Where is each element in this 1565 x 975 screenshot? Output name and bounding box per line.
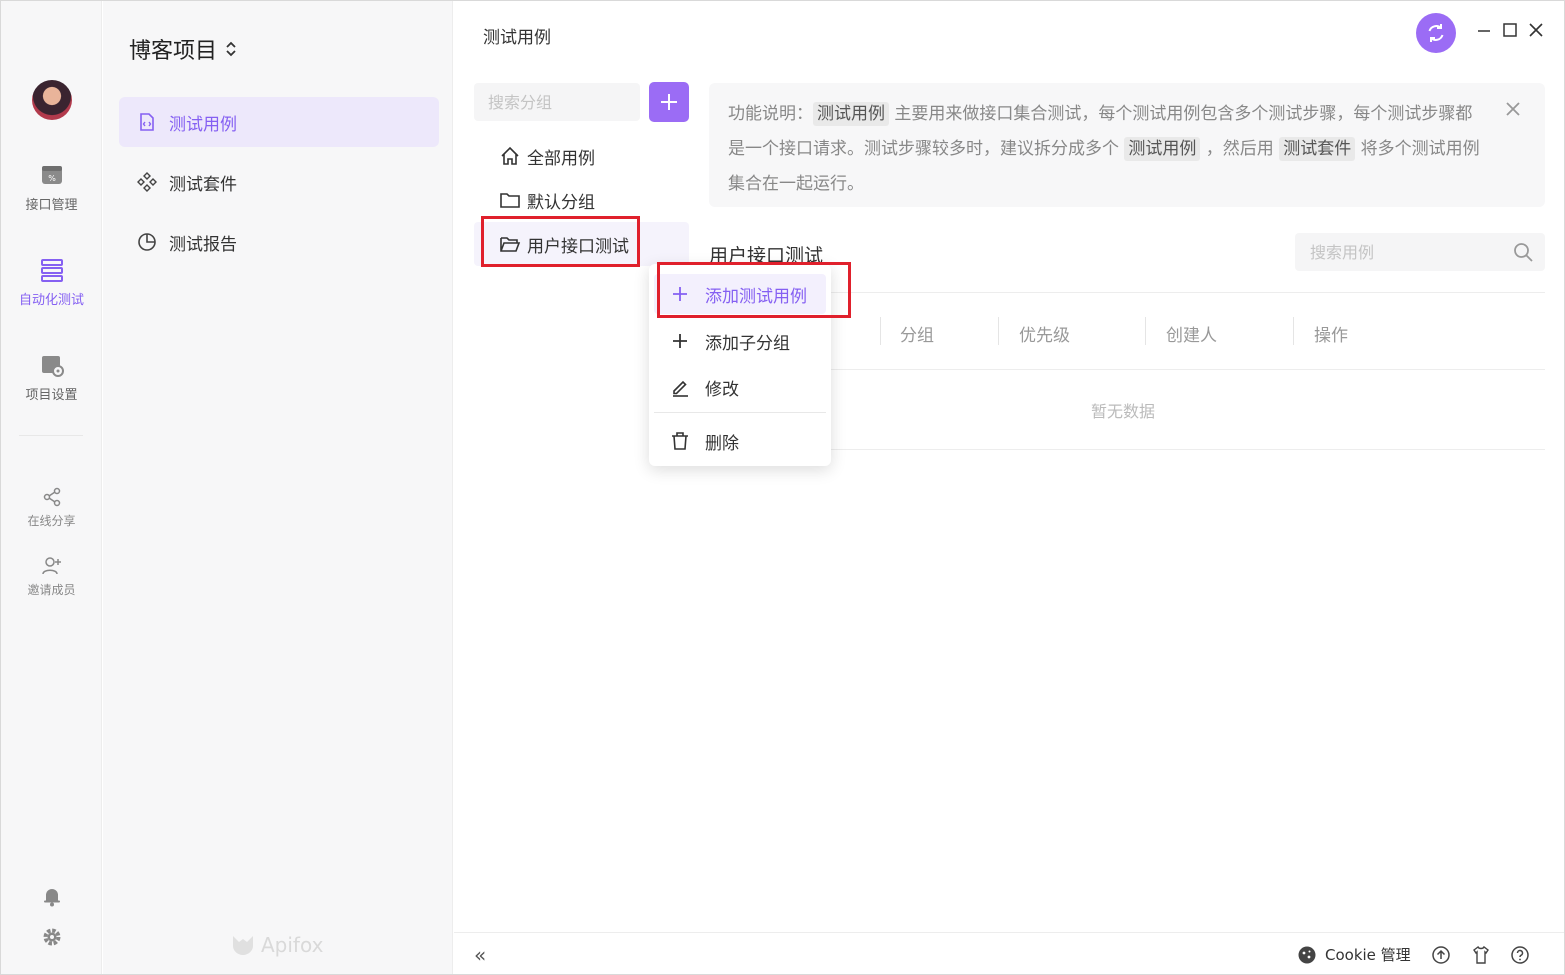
sidebar-item-label: 测试套件 xyxy=(169,174,237,195)
share-icon xyxy=(43,487,60,507)
rail-item-invite[interactable]: 邀请成员 xyxy=(1,555,102,598)
sidebar-item-test-cases[interactable]: 测试用例 xyxy=(119,97,439,147)
brand-logo: Apifox xyxy=(231,933,323,957)
divider xyxy=(709,449,1545,450)
column-separator xyxy=(998,317,999,345)
menu-item-label: 添加子分组 xyxy=(705,333,790,354)
trash-icon xyxy=(672,432,688,450)
rail-divider xyxy=(19,435,83,436)
brand-name: Apifox xyxy=(261,933,324,957)
column-header-priority[interactable]: 优先级 xyxy=(1019,321,1070,346)
sidebar-item-label: 测试报告 xyxy=(169,234,237,255)
api-icon: % xyxy=(41,166,62,184)
rail-item-label: 邀请成员 xyxy=(27,583,76,597)
svg-text:%: % xyxy=(48,174,56,183)
notice-tag-test-suite: 测试套件 xyxy=(1279,137,1356,161)
automation-icon xyxy=(40,259,63,282)
cookie-label: Cookie 管理 xyxy=(1325,946,1411,964)
page-title: 测试用例 xyxy=(483,28,551,48)
rail-item-automation[interactable]: 自动化测试 xyxy=(1,257,102,308)
column-header-actions: 操作 xyxy=(1314,326,1348,346)
notice-prefix: 功能说明： xyxy=(728,104,813,124)
menu-separator xyxy=(654,412,826,413)
notice-tag-test-case: 测试用例 xyxy=(813,102,889,126)
notice-text: ，然后用 xyxy=(1200,139,1280,159)
column-separator xyxy=(1145,317,1146,345)
menu-item-label: 修改 xyxy=(705,379,739,400)
maximize-icon[interactable] xyxy=(1501,21,1519,39)
sidebar-item-label: 测试用例 xyxy=(169,114,237,135)
sync-icon xyxy=(1428,24,1444,42)
app-window: % 接口管理 自动化测试 项目设置 在线分享 邀请成员 博客项目 测试用例 测试… xyxy=(0,0,1565,975)
menu-item-add-subgroup[interactable]: 添加子分组 xyxy=(654,321,826,361)
secondary-sidebar: 博客项目 测试用例 测试套件 测试报告 Apifox xyxy=(103,1,453,974)
rail-item-label: 接口管理 xyxy=(25,198,78,213)
empty-state: 暂无数据 xyxy=(1091,402,1156,421)
divider xyxy=(709,369,1545,370)
cookie-manager-button[interactable]: Cookie 管理 xyxy=(1297,944,1411,965)
rail-item-label: 自动化测试 xyxy=(18,293,84,308)
highlight-box-menu-item xyxy=(657,262,851,318)
avatar[interactable] xyxy=(32,80,72,120)
icon-rail: % 接口管理 自动化测试 项目设置 在线分享 邀请成员 xyxy=(1,1,102,974)
home-icon xyxy=(501,146,519,165)
folder-icon xyxy=(500,193,520,208)
sidebar-item-test-suites[interactable]: 测试套件 xyxy=(119,157,439,207)
menu-item-delete[interactable]: 删除 xyxy=(654,421,826,461)
tree-item-all-cases[interactable]: 全部用例 xyxy=(474,134,689,178)
rail-item-label: 项目设置 xyxy=(25,388,78,403)
main-panel: 测试用例 全部用例 默认分组 用户接口测试 功能说明：测试用例 主要用来做接口集… xyxy=(454,1,1564,974)
shirt-theme-icon[interactable] xyxy=(1471,945,1491,965)
rail-item-share[interactable]: 在线分享 xyxy=(1,486,102,529)
minimize-icon[interactable] xyxy=(1475,21,1493,39)
menu-item-edit[interactable]: 修改 xyxy=(654,367,826,407)
pie-chart-icon xyxy=(138,233,156,251)
case-search-input[interactable] xyxy=(1295,233,1545,271)
collapse-sidebar-button[interactable]: « xyxy=(474,943,486,967)
plus-icon xyxy=(673,334,687,348)
settings-folder-icon xyxy=(41,356,64,377)
document-code-icon xyxy=(140,113,154,131)
rail-item-label: 在线分享 xyxy=(27,514,76,528)
plus-icon xyxy=(661,94,677,110)
group-search-input[interactable] xyxy=(474,83,640,121)
project-switcher[interactable]: 博客项目 xyxy=(129,33,237,65)
rail-item-api[interactable]: % 接口管理 xyxy=(1,162,102,213)
edit-icon xyxy=(673,380,688,397)
column-header-group[interactable]: 分组 xyxy=(900,321,934,346)
cookie-icon xyxy=(1298,946,1316,963)
rail-item-project-settings[interactable]: 项目设置 xyxy=(1,352,102,403)
notice-tag-test-case: 测试用例 xyxy=(1124,137,1201,161)
notification-bell-icon[interactable] xyxy=(41,885,63,907)
search-icon[interactable] xyxy=(1512,241,1534,263)
highlight-box-folder xyxy=(481,216,640,267)
project-title: 博客项目 xyxy=(129,39,218,64)
tree-item-label: 全部用例 xyxy=(527,148,595,169)
sidebar-item-test-reports[interactable]: 测试报告 xyxy=(119,217,439,267)
help-icon[interactable] xyxy=(1510,945,1530,965)
chevron-up-down-icon xyxy=(226,41,236,57)
apifox-logo-icon xyxy=(233,936,253,955)
invite-user-icon xyxy=(41,557,61,575)
tree-item-label: 默认分组 xyxy=(527,192,595,213)
menu-item-label: 删除 xyxy=(705,433,739,454)
column-separator xyxy=(1293,317,1294,345)
sync-button[interactable] xyxy=(1416,13,1456,53)
column-separator xyxy=(880,317,881,345)
notice-close-icon[interactable] xyxy=(1501,97,1525,121)
add-group-button[interactable] xyxy=(649,82,689,122)
feature-notice: 功能说明： 测试用例 主要用来做接口集合测试，每个测试用例包含多个测试步骤，每个测… xyxy=(709,83,1545,207)
diamonds-icon xyxy=(137,172,157,192)
column-header-creator[interactable]: 创建人 xyxy=(1166,321,1217,346)
close-icon[interactable] xyxy=(1527,21,1545,39)
gear-icon[interactable] xyxy=(41,926,63,948)
upload-icon[interactable] xyxy=(1431,945,1451,965)
status-bar: « Cookie 管理 xyxy=(454,932,1564,974)
